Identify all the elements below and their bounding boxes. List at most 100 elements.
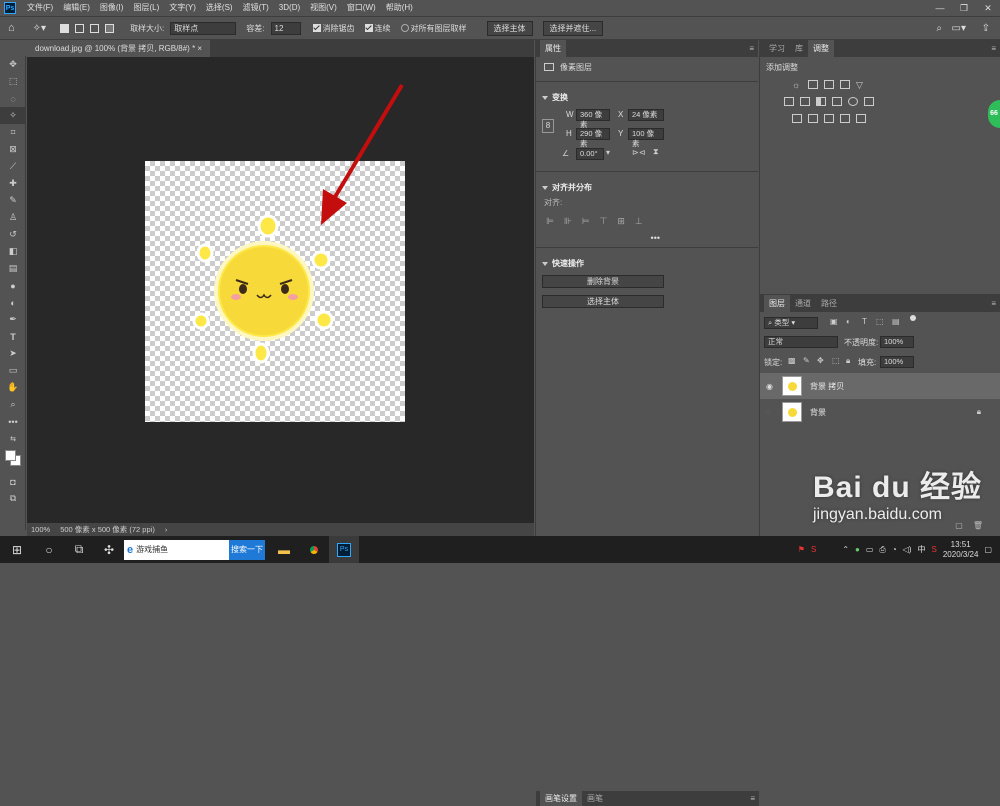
tab-layers[interactable]: 图层 <box>764 295 790 312</box>
opacity-input[interactable]: 100% <box>880 336 914 348</box>
clock[interactable]: 13:51 2020/3/24 <box>943 540 979 560</box>
align-middle-icon[interactable]: ⊞ <box>617 216 625 227</box>
menu-3d[interactable]: 3D(D) <box>274 0 305 16</box>
collapse-icon[interactable] <box>542 185 548 190</box>
chrome-icon[interactable] <box>299 536 329 563</box>
curves-icon[interactable] <box>824 80 834 89</box>
flip-vertical-icon[interactable]: ⧗ <box>653 147 659 157</box>
contiguous-checkbox[interactable] <box>364 24 373 33</box>
sample-size-select[interactable]: 取样点 <box>170 21 237 35</box>
search-button[interactable]: 搜索一下 <box>229 539 265 560</box>
eyedropper-tool-icon[interactable]: ⟋ <box>0 158 26 175</box>
tab-learn[interactable]: 学习 <box>764 40 790 57</box>
lasso-tool-icon[interactable]: ◌ <box>0 90 26 107</box>
tab-channels[interactable]: 通道 <box>790 295 816 312</box>
channel-mixer-icon[interactable] <box>848 97 858 106</box>
menu-filter[interactable]: 滤镜(T) <box>238 0 274 16</box>
align-bottom-icon[interactable]: ⊥ <box>635 216 643 227</box>
menu-type[interactable]: 文字(Y) <box>164 0 201 16</box>
tray-app-icon[interactable]: ● <box>855 545 860 554</box>
panel-menu-icon[interactable]: ≡ <box>991 44 996 53</box>
selective-color-icon[interactable] <box>856 114 866 123</box>
pinwheel-app-icon[interactable]: ✣ <box>94 536 124 563</box>
posterize-icon[interactable] <box>808 114 818 123</box>
select-subject-quick-button[interactable]: 选择主体 <box>542 295 664 308</box>
menu-image[interactable]: 图像(I) <box>95 0 129 16</box>
align-top-icon[interactable]: ⊤ <box>600 216 608 227</box>
angle-dropdown-icon[interactable]: ▾ <box>606 148 610 157</box>
tray-expand-icon[interactable]: ⌃ <box>842 545 849 554</box>
flip-horizontal-icon[interactable]: ⊳⊲ <box>632 148 645 157</box>
zoom-level[interactable]: 100% <box>31 525 50 534</box>
close-icon[interactable]: ✕ <box>976 0 1000 16</box>
tab-libraries[interactable]: 库 <box>790 40 808 57</box>
height-input[interactable]: 290 像素 <box>576 128 610 148</box>
align-section[interactable]: 对齐并分布 <box>536 176 758 197</box>
filter-type-icon[interactable]: T <box>862 317 867 326</box>
foreground-color-swatch[interactable] <box>5 450 16 461</box>
lock-all-icon[interactable]: 🔒︎ <box>846 356 850 366</box>
tray-app-icon[interactable]: S <box>932 545 937 554</box>
black-white-icon[interactable] <box>816 97 826 106</box>
filter-pixel-icon[interactable]: ▣ <box>830 317 838 326</box>
color-swatches[interactable] <box>0 447 26 473</box>
menu-layer[interactable]: 图层(L) <box>128 0 164 16</box>
floating-badge[interactable]: 66 <box>988 100 1000 128</box>
dodge-tool-icon[interactable]: ◐ <box>0 294 26 311</box>
minimize-icon[interactable]: — <box>928 0 952 16</box>
y-input[interactable]: 100 像素 <box>628 128 664 148</box>
vibrance-icon[interactable]: ▽ <box>856 80 866 90</box>
panel-menu-icon[interactable]: ≡ <box>991 299 996 308</box>
intersect-selection-icon[interactable] <box>105 23 115 33</box>
tray-app-icon[interactable]: ⚑ <box>798 545 805 554</box>
filter-adjustment-icon[interactable]: ◐ <box>846 317 851 326</box>
document-tab[interactable]: download.jpg @ 100% (背景 拷贝, RGB/8#) * × <box>27 40 211 57</box>
levels-icon[interactable] <box>808 80 818 89</box>
color-lookup-icon[interactable] <box>864 97 874 106</box>
angle-input[interactable]: 0.00° <box>576 148 604 160</box>
threshold-icon[interactable] <box>824 114 834 123</box>
task-view-icon[interactable]: ⧉ <box>64 536 94 563</box>
fill-input[interactable]: 100% <box>880 356 914 368</box>
x-input[interactable]: 24 像素 <box>628 109 664 121</box>
blend-mode-select[interactable]: 正常 <box>764 336 838 348</box>
hue-saturation-icon[interactable] <box>784 97 794 106</box>
lock-pixels-icon[interactable]: ✎ <box>803 356 810 365</box>
select-and-mask-button[interactable]: 选择并遮住... <box>542 20 604 36</box>
quick-mask-icon[interactable]: ◘ <box>0 473 26 490</box>
add-selection-icon[interactable] <box>75 23 85 33</box>
windows-start-icon[interactable]: ⊞ <box>0 536 34 563</box>
collapse-icon[interactable] <box>542 95 548 100</box>
filter-shape-icon[interactable]: ⬚ <box>876 317 884 326</box>
tab-properties[interactable]: 属性 <box>540 40 566 57</box>
tab-paths[interactable]: 路径 <box>816 295 842 312</box>
gradient-map-icon[interactable] <box>840 114 850 123</box>
contiguous-option[interactable]: 连续 <box>364 23 391 34</box>
all-layers-option[interactable]: 对所有图层取样 <box>400 23 467 34</box>
notification-icon[interactable]: ▢ <box>984 545 992 554</box>
blur-tool-icon[interactable]: ● <box>0 277 26 294</box>
ime-indicator[interactable]: 中 <box>918 544 926 555</box>
hand-tool-icon[interactable]: ✋ <box>0 379 26 396</box>
exposure-icon[interactable] <box>840 80 850 89</box>
brightness-icon[interactable]: ☼ <box>792 80 802 90</box>
photoshop-taskbar-icon[interactable]: Ps <box>329 536 359 563</box>
home-icon[interactable]: ⌂ <box>8 22 15 34</box>
menu-view[interactable]: 视图(V) <box>305 0 342 16</box>
tab-close-icon[interactable]: × <box>197 44 202 53</box>
panel-menu-icon[interactable]: ≡ <box>750 794 755 803</box>
align-left-icon[interactable]: ⊫ <box>546 216 554 227</box>
crop-tool-icon[interactable]: ⌗ <box>0 124 26 141</box>
path-selection-tool-icon[interactable]: ➤ <box>0 345 26 362</box>
menu-file[interactable]: 文件(F) <box>22 0 58 16</box>
lock-artboard-icon[interactable]: ⬚ <box>832 356 840 365</box>
antialias-checkbox[interactable] <box>312 24 321 33</box>
zoom-tool-icon[interactable]: ⌕ <box>0 396 26 413</box>
file-explorer-icon[interactable]: ▬ <box>269 536 299 563</box>
volume-icon[interactable]: ◁) <box>903 545 912 554</box>
layer-filter-select[interactable]: ⌕ 类型 ▾ <box>764 317 818 329</box>
marquee-tool-icon[interactable]: ⬚ <box>0 73 26 90</box>
layer-name[interactable]: 背景 拷贝 <box>810 381 844 392</box>
photo-filter-icon[interactable] <box>832 97 842 106</box>
width-input[interactable]: 360 像素 <box>576 109 610 129</box>
